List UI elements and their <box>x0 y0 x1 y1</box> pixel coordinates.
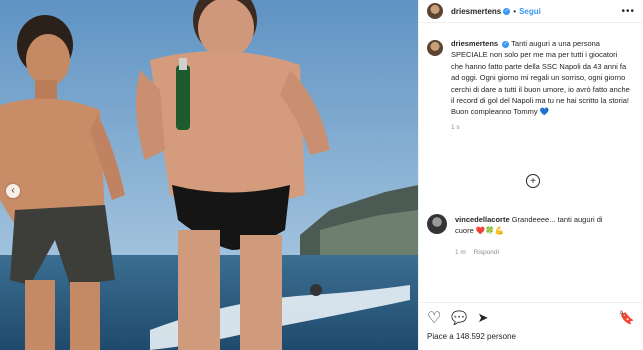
action-bar: ♡ 💬 ➤ 🔖 <box>419 302 643 333</box>
caption-text: Tanti auguri a una persona SPECIALE non … <box>451 39 630 117</box>
caption-avatar[interactable] <box>427 40 443 56</box>
post-sidebar: driesmertens ✓ • Segui ••• driesmertens … <box>418 0 643 350</box>
caption-username[interactable]: driesmertens <box>451 39 498 48</box>
load-more-comments-icon[interactable]: + <box>526 174 540 188</box>
reply-button[interactable]: Rispondi <box>474 249 499 256</box>
comment-text-block: vincedellacorte Grandeeee... tanti augur… <box>455 214 615 237</box>
comment-icon[interactable]: 💬 <box>451 310 467 326</box>
verified-icon: ✓ <box>503 7 511 15</box>
header-username[interactable]: driesmertens <box>451 7 501 16</box>
comments-section[interactable]: driesmertens ✓ Tanti auguri a una person… <box>419 38 643 298</box>
verified-icon: ✓ <box>502 40 510 48</box>
caption-text-block: driesmertens ✓ Tanti auguri a una person… <box>451 38 631 118</box>
comment-avatar[interactable] <box>427 214 447 234</box>
post-image[interactable]: ‹ <box>0 0 418 350</box>
comment-meta: 1 m Rispondi <box>455 249 499 256</box>
comment-timestamp[interactable]: 1 m <box>455 249 466 256</box>
instagram-post: ‹ driesmertens ✓ • Segui ••• driesmerten… <box>0 0 643 350</box>
share-icon[interactable]: ➤ <box>478 310 489 326</box>
carousel-prev-button[interactable]: ‹ <box>6 184 20 198</box>
comment-username[interactable]: vincedellacorte <box>455 215 510 224</box>
comment-item: vincedellacorte Grandeeee... tanti augur… <box>427 214 615 237</box>
likes-count[interactable]: Piace a 148.592 persone <box>427 332 516 341</box>
beach-photo <box>0 0 418 350</box>
bookmark-icon[interactable]: 🔖 <box>619 310 635 326</box>
follow-button[interactable]: Segui <box>519 7 541 16</box>
caption-timestamp[interactable]: 1 s <box>451 122 635 133</box>
post-header: driesmertens ✓ • Segui ••• <box>419 0 643 23</box>
separator: • <box>513 6 517 16</box>
avatar[interactable] <box>427 3 443 19</box>
caption: driesmertens ✓ Tanti auguri a una person… <box>427 38 635 118</box>
more-options-icon[interactable]: ••• <box>621 6 635 17</box>
heart-icon[interactable]: ♡ <box>427 308 441 328</box>
